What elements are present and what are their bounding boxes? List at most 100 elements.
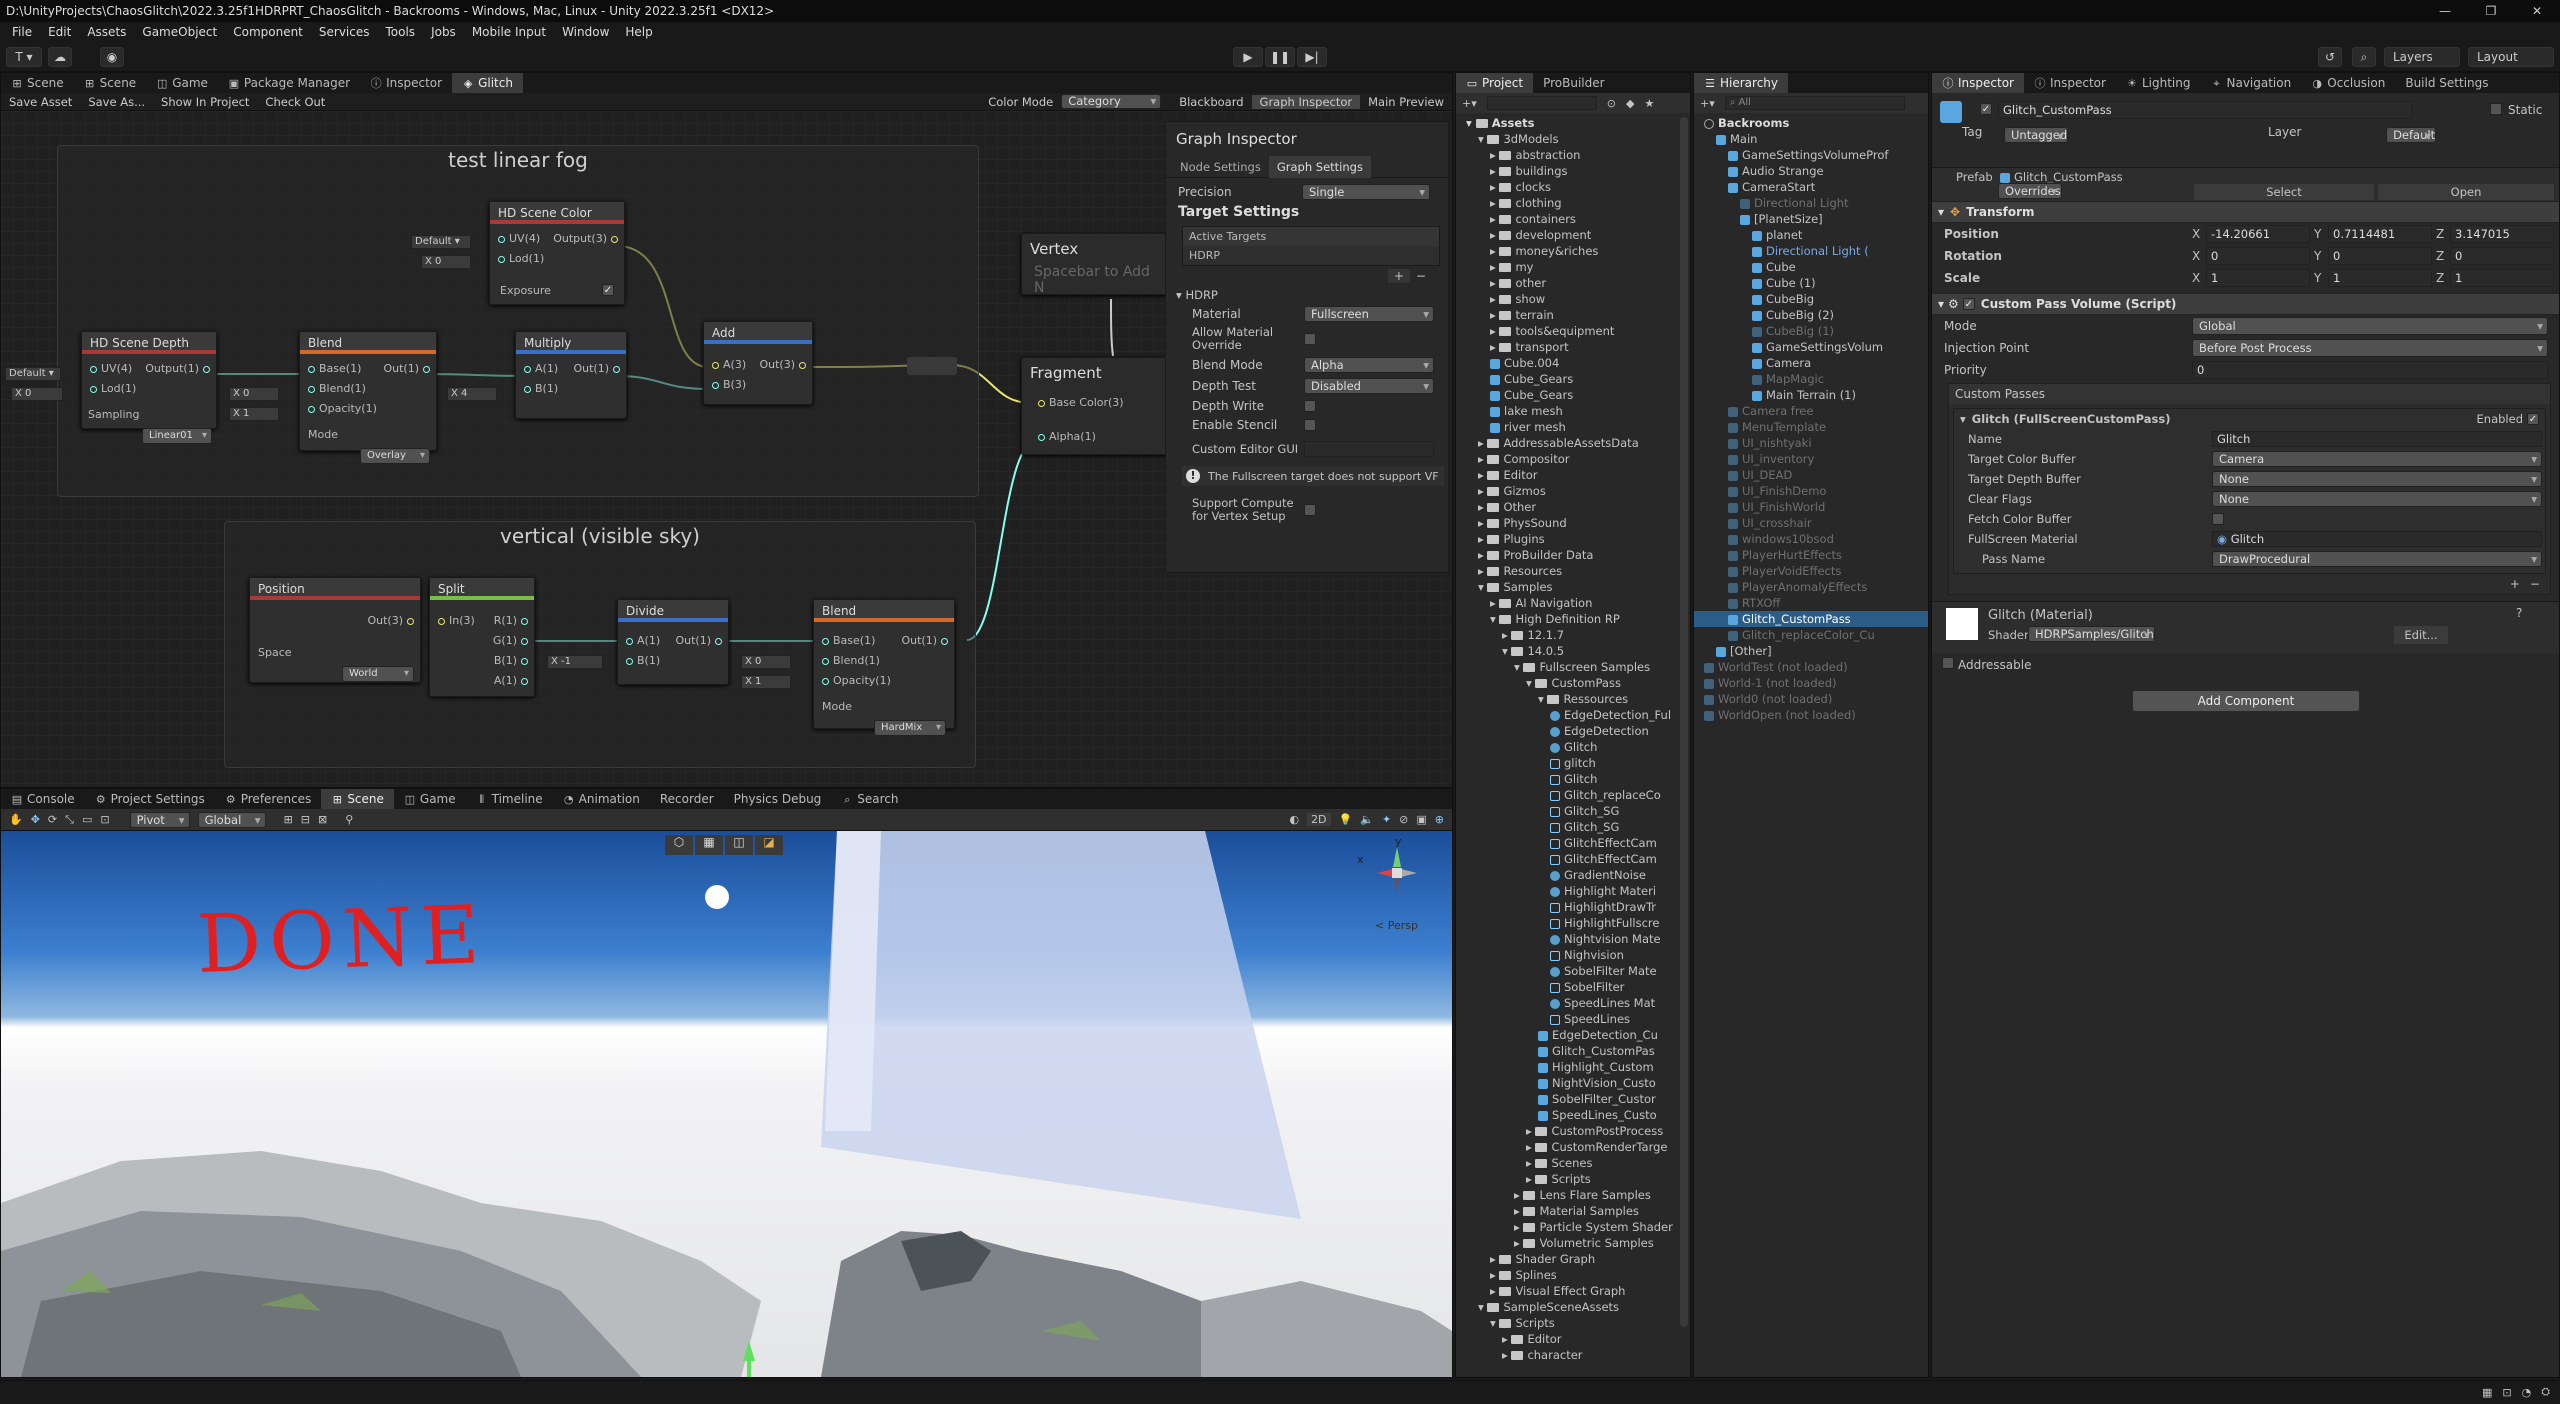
hierarchy-item[interactable]: UI_FinishDemo <box>1694 483 1928 499</box>
expand-arrow-icon[interactable]: ▸ <box>1490 308 1499 322</box>
clear-flags-dropdown[interactable]: None <box>2212 491 2542 507</box>
blackboard-button[interactable]: Blackboard <box>1171 95 1251 109</box>
node-blend-overlay[interactable]: Blend Base(1) Blend(1) Opacity(1) Out(1)… <box>299 331 437 464</box>
hierarchy-item[interactable]: GameSettingsVolum <box>1694 339 1928 355</box>
project-item[interactable]: SobelFilter <box>1466 979 1690 995</box>
project-item[interactable]: ▸ character <box>1466 1347 1690 1363</box>
port-lod[interactable]: Lod(1) <box>86 382 136 395</box>
persp-label[interactable]: < Persp <box>1375 919 1418 932</box>
step-icon[interactable]: ▶| <box>1297 47 1327 67</box>
prefab-value[interactable]: Glitch_CustomPass <box>2000 170 2123 184</box>
expand-arrow-icon[interactable]: ▸ <box>1490 276 1499 290</box>
port-lod[interactable]: Lod(1) <box>494 252 544 265</box>
help-icon[interactable]: ? <box>2516 606 2522 620</box>
progress-icon[interactable]: ◔ <box>2522 1386 2532 1399</box>
hierarchy-item[interactable]: UI_nishtyaki <box>1694 435 1928 451</box>
grid-icon[interactable]: ⊞ <box>284 813 293 826</box>
hierarchy-item[interactable]: Cube <box>1694 259 1928 275</box>
expand-arrow-icon[interactable]: ▾ <box>1538 692 1547 706</box>
notification-icon[interactable]: ⛭ <box>2541 1385 2550 1399</box>
rect-tool-icon[interactable]: ▭ <box>82 813 92 826</box>
menu-services[interactable]: Services <box>311 25 378 39</box>
check-out-button[interactable]: Check Out <box>257 95 333 109</box>
project-item[interactable]: ▾ Samples <box>1466 579 1690 595</box>
node-hd-scene-color[interactable]: HD Scene Color UV(4) Lod(1) Output(3) Ex… <box>489 201 625 305</box>
scale-z-field[interactable]: 1 <box>2450 269 2554 287</box>
pause-icon[interactable]: ❚❚ <box>1265 47 1295 67</box>
project-item[interactable]: ▸ Particle System Shader <box>1466 1219 1690 1235</box>
group-test-linear-fog[interactable]: test linear fog <box>57 145 979 497</box>
project-item[interactable]: ▸ Scripts <box>1466 1171 1690 1187</box>
opacity-value-field[interactable]: X 1 <box>229 407 279 421</box>
redirect-node[interactable] <box>907 357 957 375</box>
camera-icon[interactable]: ▣ <box>1416 813 1426 826</box>
rotation-x-field[interactable]: 0 <box>2206 247 2310 265</box>
target-color-dropdown[interactable]: Camera <box>2212 451 2542 467</box>
tab-preferences[interactable]: ⚙ Preferences <box>215 789 322 809</box>
project-item[interactable]: ▸ other <box>1466 275 1690 291</box>
project-search-input[interactable] <box>1486 96 1597 110</box>
pass-enabled-checkbox[interactable]: ✓ <box>2527 413 2539 425</box>
hierarchy-search-input[interactable]: ⌕ All <box>1724 96 1905 110</box>
expand-arrow-icon[interactable]: ▸ <box>1490 260 1499 274</box>
expand-arrow-icon[interactable]: ▸ <box>1490 148 1499 162</box>
target-hdrp[interactable]: HDRP <box>1183 246 1439 265</box>
expand-arrow-icon[interactable]: ▸ <box>1478 516 1487 530</box>
blend-value-field[interactable]: X 0 <box>741 655 791 669</box>
project-item[interactable]: ▸ Volumetric Samples <box>1466 1235 1690 1251</box>
overlay-lock-icon[interactable]: ◪ <box>755 835 783 855</box>
project-item[interactable]: ▸ AddressableAssetsData <box>1466 435 1690 451</box>
hierarchy-item[interactable]: CubeBig (2) <box>1694 307 1928 323</box>
project-item[interactable]: ▾ High Definition RP <box>1466 611 1690 627</box>
tab-package-manager[interactable]: ▣ Package Manager <box>218 73 360 93</box>
project-item[interactable]: ▸ clocks <box>1466 179 1690 195</box>
menu-jobs[interactable]: Jobs <box>423 25 464 39</box>
expand-arrow-icon[interactable]: ▸ <box>1514 1236 1523 1250</box>
static-checkbox[interactable] <box>2490 103 2502 115</box>
node-add[interactable]: Add A(3) B(3) Out(3) <box>703 321 813 405</box>
mode-dropdown[interactable]: HardMix <box>874 720 946 736</box>
blend-mode-dropdown[interactable]: Alpha <box>1304 357 1434 373</box>
hierarchy-item[interactable]: Glitch_CustomPass <box>1694 611 1928 627</box>
port-output[interactable]: Output(1) <box>145 362 214 375</box>
main-preview-button[interactable]: Main Preview <box>1360 95 1452 109</box>
project-item[interactable]: ▸ buildings <box>1466 163 1690 179</box>
support-compute-checkbox[interactable] <box>1304 504 1316 516</box>
port-a[interactable]: A(1) <box>494 674 532 687</box>
fullscreen-material-field[interactable]: ◉ Glitch <box>2212 531 2542 547</box>
port-a[interactable]: A(3) <box>708 358 746 371</box>
project-item[interactable]: EdgeDetection <box>1466 723 1690 739</box>
tab-glitch[interactable]: ◈ Glitch <box>452 73 523 93</box>
port-blend[interactable]: Blend(1) <box>304 382 366 395</box>
tag-dropdown[interactable]: Untagged <box>2004 127 2069 143</box>
pass-name-dropdown[interactable]: DrawProcedural <box>2212 551 2542 567</box>
edit-shader-button[interactable]: Edit... <box>2394 626 2448 644</box>
project-item[interactable]: ▾ CustomPass <box>1466 675 1690 691</box>
tab-scene[interactable]: ⊞ Scene <box>321 789 394 809</box>
target-depth-dropdown[interactable]: None <box>2212 471 2542 487</box>
expand-arrow-icon[interactable]: ▸ <box>1478 548 1487 562</box>
exposure-checkbox[interactable]: ✓ <box>602 284 614 296</box>
project-item[interactable]: ▾ Ressources <box>1466 691 1690 707</box>
project-item[interactable]: GradientNoise <box>1466 867 1690 883</box>
rotation-z-field[interactable]: 0 <box>2450 247 2554 265</box>
uv-default-field[interactable]: Default ▾ <box>411 235 471 249</box>
hdrp-section-header[interactable]: ▾ HDRP <box>1166 286 1448 304</box>
close-icon[interactable]: ✕ <box>2514 0 2560 22</box>
hand-tool-icon[interactable]: ✋ <box>9 813 23 826</box>
port-b[interactable]: B(1) <box>520 382 558 395</box>
node-hd-scene-depth[interactable]: HD Scene Depth UV(4) Lod(1) Output(1) Sa… <box>81 331 217 444</box>
search-icon[interactable]: ⌕ <box>2352 47 2376 67</box>
add-target-button[interactable]: + <box>1387 269 1410 283</box>
project-item[interactable]: Glitch_SG <box>1466 803 1690 819</box>
tab-recorder[interactable]: Recorder <box>650 789 724 809</box>
expand-arrow-icon[interactable]: ▸ <box>1526 1140 1535 1154</box>
menu-window[interactable]: Window <box>554 25 617 39</box>
tab-inspector[interactable]: ⓘ Inspector <box>360 73 452 93</box>
expand-arrow-icon[interactable]: ▸ <box>1502 1348 1511 1362</box>
hierarchy-item[interactable]: windows10bsod <box>1694 531 1928 547</box>
create-icon[interactable]: +▾ <box>1462 97 1477 110</box>
port-g[interactable]: G(1) <box>493 634 532 647</box>
port-out[interactable]: Out(1) <box>383 362 434 375</box>
fetch-color-checkbox[interactable] <box>2212 513 2224 525</box>
